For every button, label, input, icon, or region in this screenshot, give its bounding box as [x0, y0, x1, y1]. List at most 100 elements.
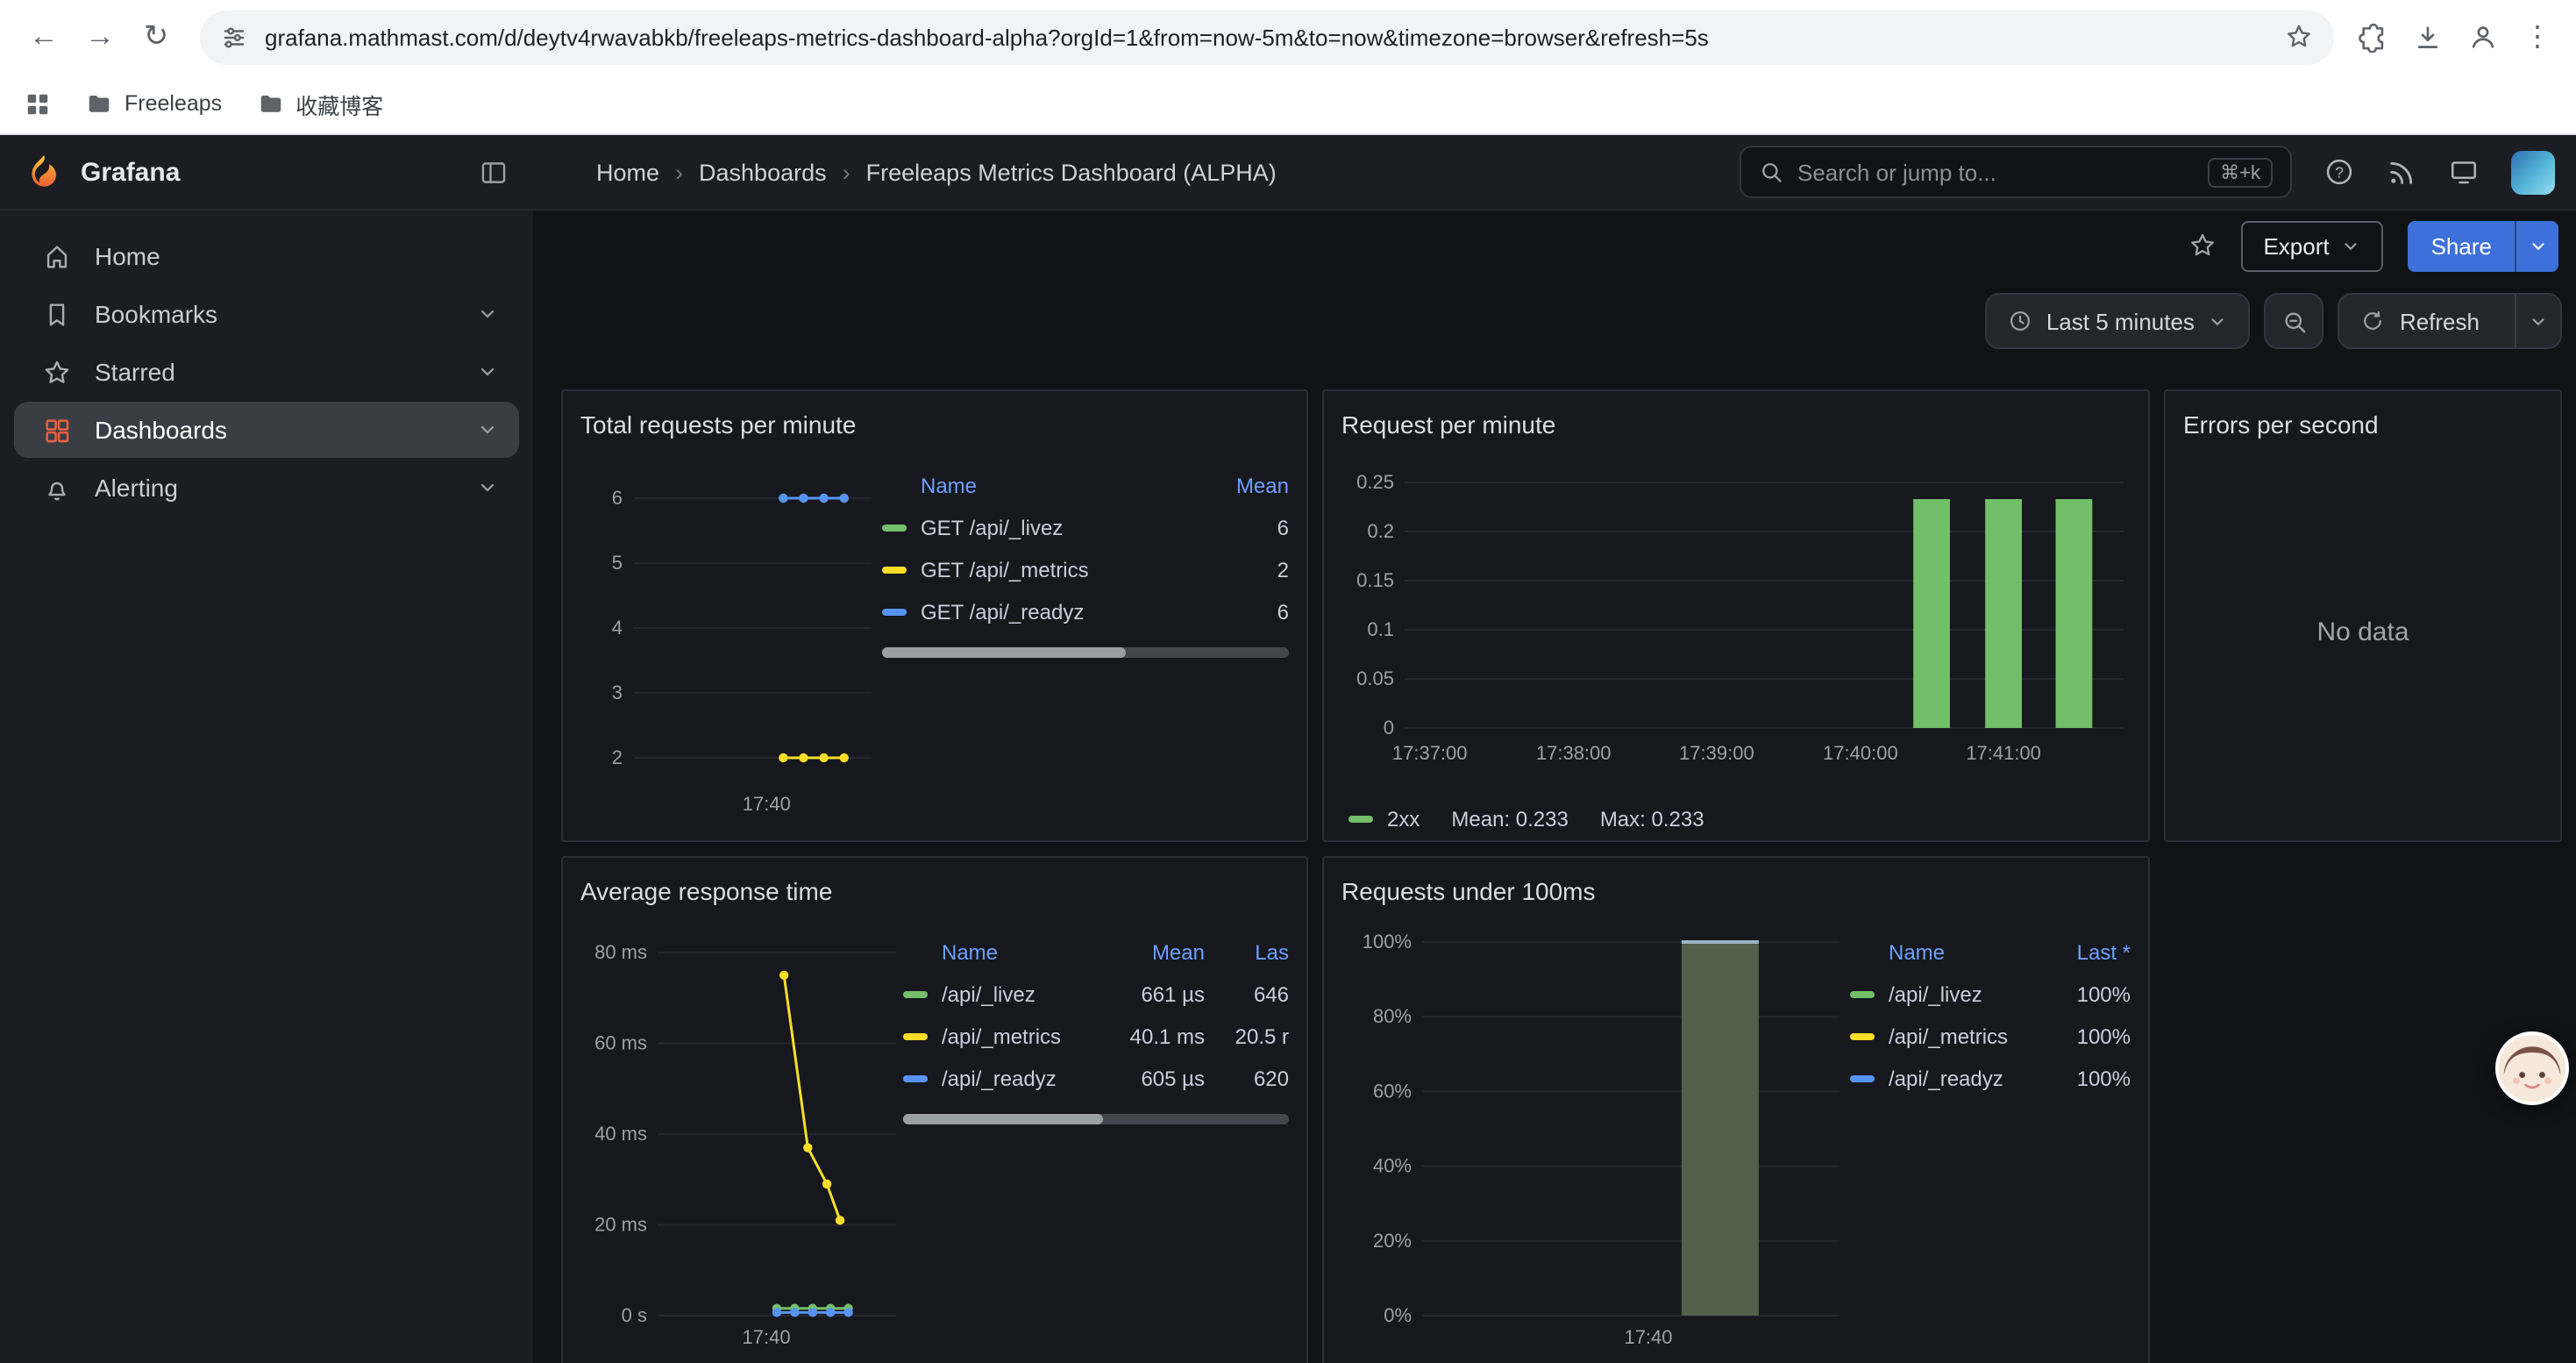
panel-title[interactable]: Average response time: [580, 872, 1289, 910]
dashboard-toolbar: Export Share: [533, 211, 2576, 281]
svg-text:80 ms: 80 ms: [594, 941, 647, 963]
sidebar-item-alerting[interactable]: Alerting: [14, 460, 519, 516]
legend-series-name[interactable]: /api/_readyz: [942, 1067, 1099, 1091]
legend-series-name[interactable]: GET /api/_metrics: [921, 558, 1191, 582]
export-button[interactable]: Export: [2240, 220, 2383, 271]
sidebar-item-label: Home: [95, 242, 160, 270]
folder-icon: [86, 90, 112, 117]
favorite-star-icon[interactable]: [2188, 232, 2216, 260]
browser-menu-icon[interactable]: ⋮: [2523, 19, 2551, 54]
url-text[interactable]: grafana.mathmast.com/d/deytv4rwavabkb/fr…: [265, 24, 2267, 50]
sidebar-item-bookmarks[interactable]: Bookmarks: [14, 286, 519, 342]
legend-header-row: Name Last *: [1850, 931, 2131, 974]
legend-series-name[interactable]: /api/_readyz: [1889, 1067, 2029, 1091]
zoom-out-icon: [2281, 308, 2308, 334]
legend-series-name[interactable]: /api/_metrics: [942, 1024, 1099, 1049]
site-settings-icon[interactable]: [221, 24, 247, 50]
forward-button[interactable]: →: [74, 11, 126, 63]
breadcrumb-home[interactable]: Home: [596, 159, 659, 185]
legend-header-last[interactable]: Las: [1219, 940, 1289, 965]
grafana-logo[interactable]: [25, 153, 63, 191]
downloads-icon[interactable]: [2413, 22, 2443, 52]
assistant-avatar[interactable]: [2495, 1031, 2569, 1105]
legend-scrollbar-thumb[interactable]: [903, 1114, 1104, 1124]
time-controls: Last 5 minutes Refresh: [533, 281, 2576, 361]
legend-series-name[interactable]: /api/_metrics: [1889, 1024, 2029, 1049]
time-range-label: Last 5 minutes: [2046, 308, 2195, 334]
reload-button[interactable]: ↻: [130, 11, 182, 63]
share-dropdown-button[interactable]: [2515, 220, 2558, 271]
legend-series-name[interactable]: GET /api/_readyz: [921, 600, 1191, 624]
legend-scrollbar[interactable]: [882, 647, 1289, 658]
monitor-icon[interactable]: [2448, 156, 2480, 188]
svg-text:0.2: 0.2: [1367, 520, 1394, 542]
bookmark-star-icon[interactable]: [2285, 23, 2313, 51]
dashboard-content: Export Share Last 5 minutes: [533, 211, 2576, 1363]
zoom-out-button[interactable]: [2265, 293, 2324, 349]
legend-header-name[interactable]: Name: [1889, 940, 2029, 965]
legend-scrollbar[interactable]: [903, 1114, 1289, 1124]
legend-header-row: Name Mean: [882, 465, 1289, 507]
chevron-down-icon[interactable]: [477, 419, 498, 440]
legend-header-name[interactable]: Name: [921, 474, 1191, 498]
legend-last-value: 646: [1219, 982, 1289, 1007]
panel-title[interactable]: Request per minute: [1341, 405, 2131, 444]
legend-row: /api/_livez 100%: [1850, 974, 2131, 1016]
dashboards-icon: [42, 415, 72, 445]
bookmark-item-blog[interactable]: 收藏博客: [257, 87, 383, 120]
legend-series-name[interactable]: /api/_livez: [1889, 982, 2029, 1007]
share-button-group: Share: [2409, 220, 2558, 271]
dash-spacer: [882, 482, 907, 489]
user-avatar[interactable]: [2511, 150, 2555, 194]
requests-under-100ms-chart: 100%80%60%40%20%0%17:40: [1341, 910, 1850, 1352]
news-rss-icon[interactable]: [2387, 157, 2416, 187]
sidebar-item-starred[interactable]: Starred: [14, 344, 519, 400]
breadcrumb-dashboards[interactable]: Dashboards: [699, 159, 827, 185]
series-color-dash: [903, 1033, 928, 1040]
breadcrumb-current[interactable]: Freeleaps Metrics Dashboard (ALPHA): [866, 159, 1277, 185]
address-bar[interactable]: grafana.mathmast.com/d/deytv4rwavabkb/fr…: [200, 10, 2334, 64]
legend-header-name[interactable]: Name: [942, 940, 1099, 965]
legend-header-mean[interactable]: Mean: [1114, 940, 1205, 965]
search-icon: [1759, 160, 1783, 184]
sidebar-item-label: Dashboards: [95, 416, 227, 444]
refresh-label: Refresh: [2400, 308, 2480, 334]
back-button[interactable]: ←: [18, 11, 70, 63]
sidebar-item-label: Alerting: [95, 474, 178, 502]
refresh-button[interactable]: Refresh: [2340, 295, 2501, 347]
bookmark-item-freeleaps[interactable]: Freeleaps: [86, 90, 222, 117]
extensions-icon[interactable]: [2359, 22, 2388, 52]
breadcrumb: Home › Dashboards › Freeleaps Metrics Da…: [596, 159, 1277, 185]
legend-header-mean[interactable]: Mean: [1205, 474, 1289, 498]
apps-grid-icon[interactable]: [25, 90, 51, 117]
share-button[interactable]: Share: [2409, 220, 2515, 271]
legend-series-name[interactable]: /api/_livez: [942, 982, 1099, 1007]
chevron-down-icon[interactable]: [477, 361, 498, 382]
legend-series-name[interactable]: 2xx: [1387, 807, 1420, 831]
legend-series-name[interactable]: GET /api/_livez: [921, 516, 1191, 540]
refresh-interval-dropdown[interactable]: [2515, 295, 2560, 347]
legend-last-value: 100%: [2043, 1067, 2131, 1091]
help-icon[interactable]: ?: [2323, 156, 2355, 188]
legend-scrollbar-thumb[interactable]: [882, 647, 1126, 658]
svg-text:17:37:00: 17:37:00: [1392, 742, 1468, 764]
panel-title[interactable]: Requests under 100ms: [1341, 872, 2131, 910]
sidebar-item-home[interactable]: Home: [14, 228, 519, 284]
grafana-header: Grafana Home › Dashboards › Freeleaps Me…: [0, 135, 2576, 211]
legend-row: /api/_metrics 40.1 ms 20.5 r: [903, 1016, 1289, 1058]
avatar-illustration: [2499, 1035, 2565, 1102]
legend-header-last[interactable]: Last *: [2043, 940, 2131, 965]
panel-title[interactable]: Total requests per minute: [580, 405, 1289, 444]
sidebar-item-dashboards[interactable]: Dashboards: [14, 402, 519, 458]
chevron-down-icon[interactable]: [477, 303, 498, 325]
chevron-down-icon[interactable]: [477, 477, 498, 498]
time-range-button[interactable]: Last 5 minutes: [1985, 293, 2251, 349]
search-input[interactable]: Search or jump to... ⌘+k: [1740, 146, 2292, 198]
profile-icon[interactable]: [2467, 21, 2499, 53]
legend-mean-value: 2: [1205, 558, 1289, 582]
star-icon: [42, 357, 72, 387]
sidebar-item-label: Bookmarks: [95, 300, 217, 328]
bookmarks-bar: Freeleaps 收藏博客: [0, 74, 2576, 135]
collapse-sidebar-icon[interactable]: [479, 157, 509, 187]
panel-title[interactable]: Errors per second: [2183, 405, 2543, 444]
